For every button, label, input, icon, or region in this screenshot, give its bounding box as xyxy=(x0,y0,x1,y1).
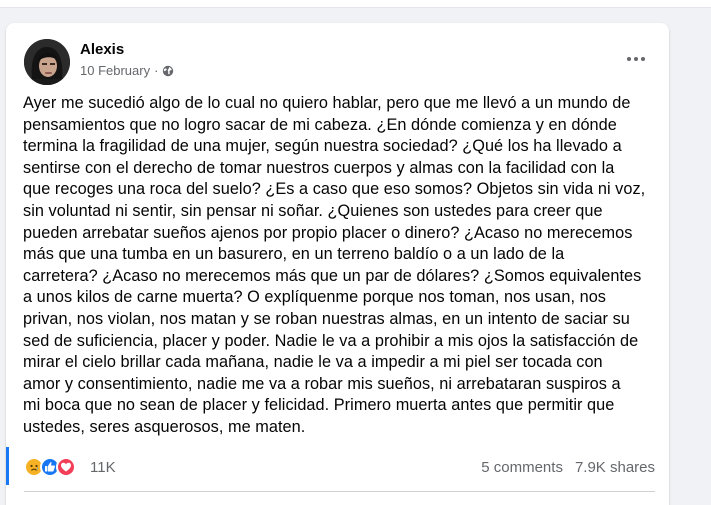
post-actions-bar xyxy=(24,501,655,505)
more-dot xyxy=(627,57,631,61)
post-body-text: Ayer me sucedió algo de lo cual no quier… xyxy=(23,94,646,436)
more-dot xyxy=(634,57,638,61)
post-card: Alexis 10 February · Ayer me sucedió alg… xyxy=(6,23,669,505)
reaction-count[interactable]: 11K xyxy=(90,459,116,476)
top-bar xyxy=(0,0,711,8)
post-meta: 10 February · xyxy=(80,63,174,78)
love-reaction-icon[interactable] xyxy=(56,457,76,477)
post-stats: 5 comments 7.9K shares xyxy=(481,459,655,476)
reactions-row: 11K 5 comments 7.9K shares xyxy=(24,455,655,479)
focus-marker xyxy=(6,447,9,485)
reaction-icons[interactable] xyxy=(24,457,76,477)
actions-divider xyxy=(24,491,655,492)
more-dot xyxy=(641,57,645,61)
shares-count[interactable]: 7.9K shares xyxy=(575,459,655,476)
comments-count[interactable]: 5 comments xyxy=(481,459,563,476)
avatar[interactable] xyxy=(24,39,70,85)
more-options-icon[interactable] xyxy=(622,49,650,69)
meta-separator: · xyxy=(154,63,159,78)
author-name[interactable]: Alexis xyxy=(80,41,124,58)
post-header: Alexis 10 February · xyxy=(24,39,654,87)
post-date[interactable]: 10 February xyxy=(80,63,150,78)
globe-icon[interactable] xyxy=(162,65,174,77)
